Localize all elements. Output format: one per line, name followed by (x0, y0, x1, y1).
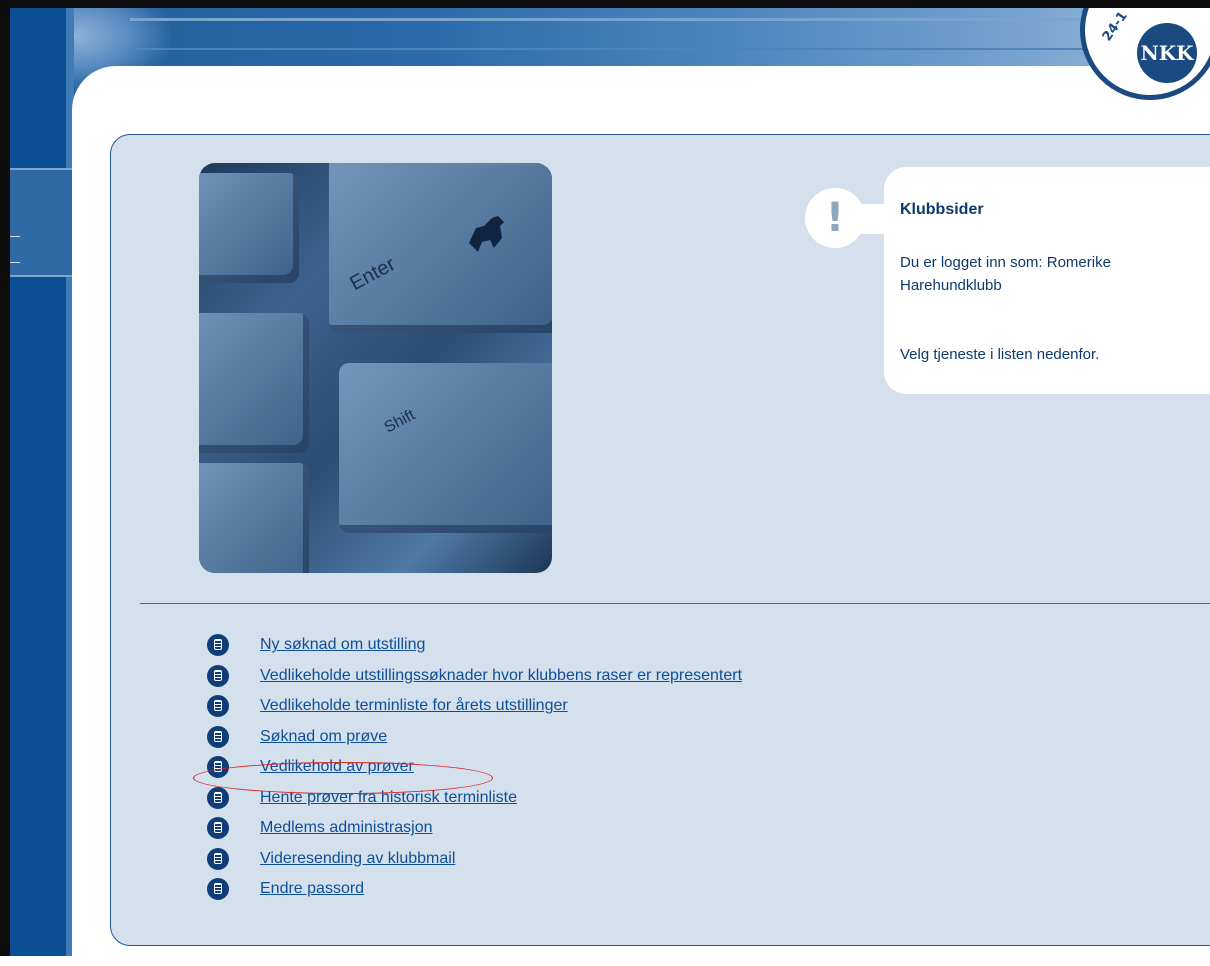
left-sidebar (10, 0, 74, 956)
document-icon (207, 634, 229, 657)
menu-link[interactable]: Vedlikehold av prøver (260, 758, 414, 776)
keyboard-photo: Enter Shift (199, 163, 552, 573)
service-menu: Ny søknad om utstilling Vedlikeholde uts… (207, 630, 1107, 905)
document-icon (207, 786, 229, 809)
menu-item-videresending-klubbmail[interactable]: Videresending av klubbmail (207, 844, 1107, 875)
sidebar-tick (10, 236, 20, 237)
logo-ring-text: 24-1 (1099, 8, 1131, 45)
exclamation-icon: ! (825, 195, 845, 241)
sidebar-divider (10, 275, 74, 277)
menu-link[interactable]: Ny søknad om utstilling (260, 636, 425, 654)
menu-item-vedlikehold-av-prover[interactable]: Vedlikehold av prøver (207, 752, 1107, 783)
menu-item-endre-passord[interactable]: Endre passord (207, 874, 1107, 905)
document-icon (207, 878, 229, 901)
menu-item-soknad-om-prove[interactable]: Søknad om prøve (207, 722, 1107, 753)
document-icon (207, 847, 229, 870)
document-icon (207, 817, 229, 840)
photo-key-shift (339, 363, 552, 533)
sidebar-tick (10, 262, 20, 263)
banner-stripe (130, 18, 1210, 21)
menu-link[interactable]: Hente prøver fra historisk terminliste (260, 789, 517, 807)
logo-emblem: NKK (1137, 23, 1197, 83)
document-icon (207, 756, 229, 779)
photo-key (199, 313, 309, 453)
info-panel: Klubbsider Du er logget inn som: Romerik… (884, 167, 1210, 394)
dog-silhouette-icon (469, 216, 504, 252)
banner-stripe (130, 48, 1210, 50)
document-icon (207, 725, 229, 748)
menu-item-vedlikeholde-utstillingssoknader[interactable]: Vedlikeholde utstillingssøknader hvor kl… (207, 661, 1107, 692)
section-divider (140, 603, 1210, 604)
menu-item-ny-soknad-utstilling[interactable]: Ny søknad om utstilling (207, 630, 1107, 661)
logged-in-text: Du er logget inn som: Romerike Harehundk… (900, 254, 1111, 294)
document-icon (207, 664, 229, 687)
instruction-text: Velg tjeneste i listen nedenfor. (900, 346, 1100, 363)
document-icon (207, 695, 229, 718)
info-title: Klubbsider (900, 201, 984, 218)
menu-link[interactable]: Videresending av klubbmail (260, 850, 455, 868)
menu-link[interactable]: Endre passord (260, 880, 364, 898)
photo-key-enter (329, 163, 552, 333)
menu-link[interactable]: Vedlikeholde terminliste for årets utsti… (260, 697, 568, 715)
menu-item-hente-prover[interactable]: Hente prøver fra historisk terminliste (207, 783, 1107, 814)
menu-item-medlems-administrasjon[interactable]: Medlems administrasjon (207, 813, 1107, 844)
photo-key (199, 463, 309, 573)
sidebar-nav-block[interactable] (10, 170, 74, 275)
menu-link[interactable]: Søknad om prøve (260, 728, 387, 746)
photo-key (199, 173, 299, 283)
menu-link[interactable]: Medlems administrasjon (260, 819, 433, 837)
menu-item-vedlikeholde-terminliste[interactable]: Vedlikeholde terminliste for årets utsti… (207, 691, 1107, 722)
menu-link[interactable]: Vedlikeholde utstillingssøknader hvor kl… (260, 667, 742, 685)
